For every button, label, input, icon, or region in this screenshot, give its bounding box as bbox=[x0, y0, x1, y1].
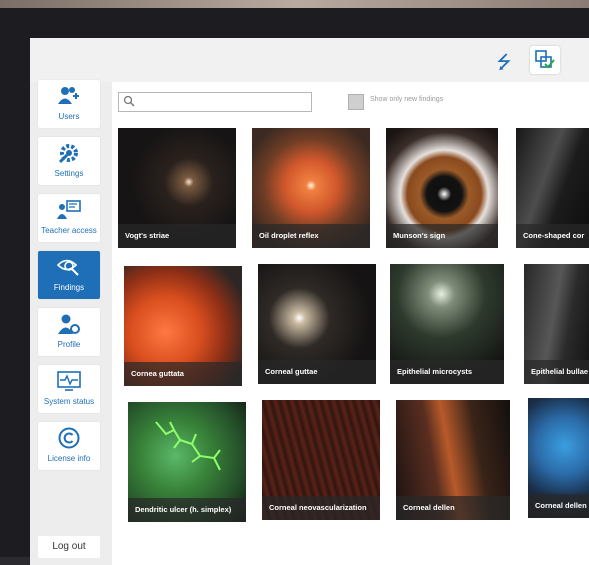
sidebar-item-teacher-access[interactable]: Teacher access bbox=[38, 194, 100, 242]
logout-button[interactable]: Log out bbox=[38, 536, 100, 558]
finding-tile[interactable]: Corneal dellen bbox=[396, 400, 510, 520]
sync-check-icon bbox=[535, 50, 555, 69]
finding-caption: Munson's sign bbox=[386, 224, 498, 248]
sidebar: Users Settings Teacher access Findings P… bbox=[38, 80, 108, 565]
device-frame: ⭍ Users Settings Teacher access Findings bbox=[0, 8, 589, 565]
finding-caption: Cornea guttata bbox=[124, 362, 242, 386]
sidebar-item-findings[interactable]: Findings bbox=[38, 251, 100, 299]
sidebar-item-label: Settings bbox=[54, 169, 84, 178]
finding-tile[interactable]: Oil droplet reflex bbox=[252, 128, 370, 248]
sidebar-item-label: Findings bbox=[53, 283, 85, 292]
sidebar-item-users[interactable]: Users bbox=[38, 80, 100, 128]
findings-panel: Show only new findings Vogt's striae Oil… bbox=[112, 82, 589, 565]
finding-tile[interactable]: Munson's sign bbox=[386, 128, 498, 248]
sync-button[interactable] bbox=[530, 46, 560, 74]
finding-tile[interactable]: Corneal dellen bbox=[528, 398, 589, 518]
finding-caption: Oil droplet reflex bbox=[252, 224, 370, 248]
copyright-icon bbox=[58, 427, 80, 449]
sidebar-item-label: License info bbox=[47, 454, 91, 463]
new-findings-label: Show only new findings bbox=[370, 96, 444, 103]
profile-gear-icon bbox=[58, 314, 80, 334]
usb-icon[interactable]: ⭍ bbox=[496, 52, 512, 72]
finding-tile[interactable]: Corneal neovascularization bbox=[262, 400, 380, 520]
settings-gear-icon bbox=[58, 144, 78, 164]
finding-caption: Cone-shaped cor bbox=[516, 224, 589, 248]
sidebar-item-license-info[interactable]: License info bbox=[38, 422, 100, 470]
top-bar: ⭍ bbox=[30, 38, 589, 82]
finding-tile[interactable]: Vogt's striae bbox=[118, 128, 236, 248]
finding-caption: Epithelial bullae bbox=[524, 360, 589, 384]
finding-tile[interactable]: Epithelial bullae bbox=[524, 264, 589, 384]
finding-caption: Epithelial microcysts bbox=[390, 360, 504, 384]
finding-tile[interactable]: Epithelial microcysts bbox=[390, 264, 504, 384]
search-input[interactable] bbox=[118, 92, 312, 112]
app-screen: ⭍ Users Settings Teacher access Findings bbox=[30, 38, 589, 565]
finding-caption: Dendritic ulcer (h. simplex) bbox=[128, 498, 246, 522]
finding-caption: Corneal guttae bbox=[258, 360, 376, 384]
sidebar-item-label: Teacher access bbox=[41, 226, 97, 235]
sidebar-item-label: System status bbox=[43, 397, 95, 406]
teacher-icon bbox=[57, 200, 81, 219]
search-icon bbox=[123, 95, 135, 107]
finding-caption: Corneal neovascularization bbox=[262, 496, 380, 520]
finding-caption: Corneal dellen bbox=[396, 496, 510, 520]
sidebar-item-profile[interactable]: Profile bbox=[38, 308, 100, 356]
finding-caption: Vogt's striae bbox=[118, 224, 236, 248]
new-findings-checkbox[interactable] bbox=[348, 94, 364, 110]
sidebar-item-label: Profile bbox=[57, 340, 81, 349]
users-add-icon bbox=[58, 87, 79, 104]
finding-tile[interactable]: Cornea guttata bbox=[124, 266, 242, 386]
sidebar-item-label: Users bbox=[58, 112, 80, 121]
finding-tile[interactable]: Cone-shaped cor bbox=[516, 128, 589, 248]
sidebar-item-settings[interactable]: Settings bbox=[38, 137, 100, 185]
finding-tile[interactable]: Dendritic ulcer (h. simplex) bbox=[128, 402, 246, 522]
finding-caption: Corneal dellen bbox=[528, 494, 589, 518]
finding-tile[interactable]: Corneal guttae bbox=[258, 264, 376, 384]
findings-eye-icon bbox=[57, 259, 79, 276]
sidebar-item-system-status[interactable]: System status bbox=[38, 365, 100, 413]
top-strip bbox=[0, 0, 589, 8]
findings-grid: Vogt's striae Oil droplet reflex Munson'… bbox=[112, 128, 589, 565]
system-status-icon bbox=[57, 371, 81, 391]
